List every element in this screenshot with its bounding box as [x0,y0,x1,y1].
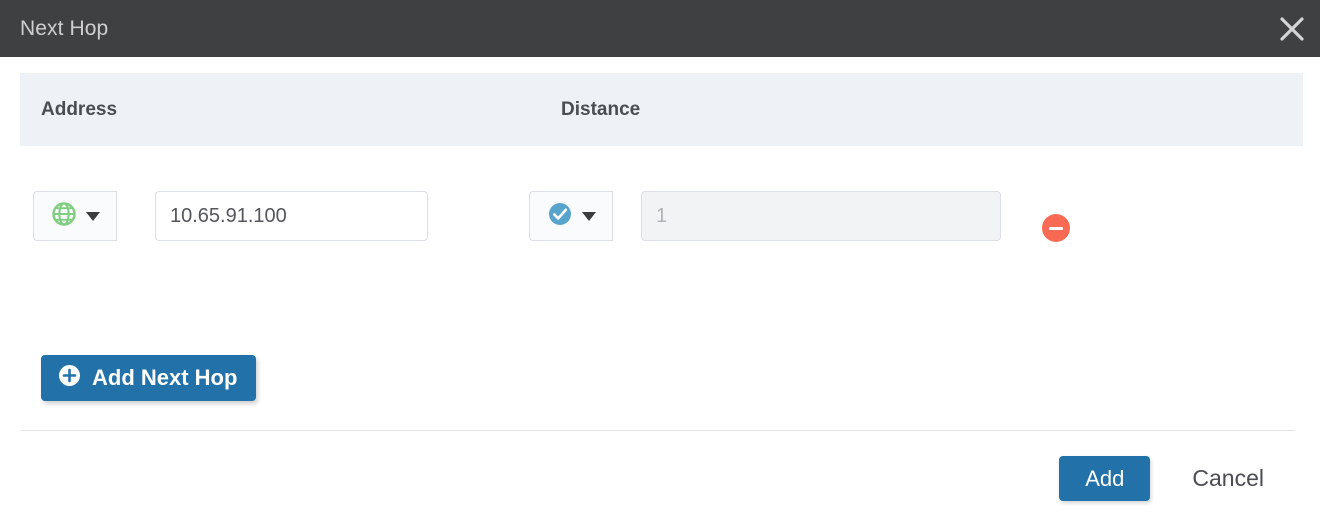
plus-circle-icon [58,364,81,393]
column-header-address: Address [41,98,118,120]
dialog-footer: Add Cancel [0,456,1320,501]
dialog-title: Next Hop [20,16,109,40]
distance-type-select[interactable] [529,191,613,241]
address-type-select[interactable] [33,191,117,241]
add-button[interactable]: Add [1059,456,1151,501]
footer-divider [21,430,1295,431]
table-row [0,191,1320,243]
globe-icon [51,201,77,232]
add-next-hop-label: Add Next Hop [92,365,238,390]
dialog-titlebar: Next Hop [0,0,1320,57]
close-icon [1277,14,1307,44]
remove-row-button[interactable] [1042,214,1070,242]
check-circle-icon [547,201,573,232]
cancel-button[interactable]: Cancel [1192,465,1264,492]
close-button[interactable] [1264,0,1320,57]
chevron-down-icon [581,211,596,221]
table-header: Address Distance [20,73,1303,146]
minus-circle-icon [1049,226,1063,230]
column-header-distance: Distance [561,98,641,120]
distance-field-group [529,191,1001,241]
chevron-down-icon [85,211,100,221]
address-input[interactable] [155,191,428,241]
add-next-hop-button[interactable]: Add Next Hop [41,355,257,401]
address-field-group [33,191,428,241]
distance-input[interactable] [641,191,1001,241]
